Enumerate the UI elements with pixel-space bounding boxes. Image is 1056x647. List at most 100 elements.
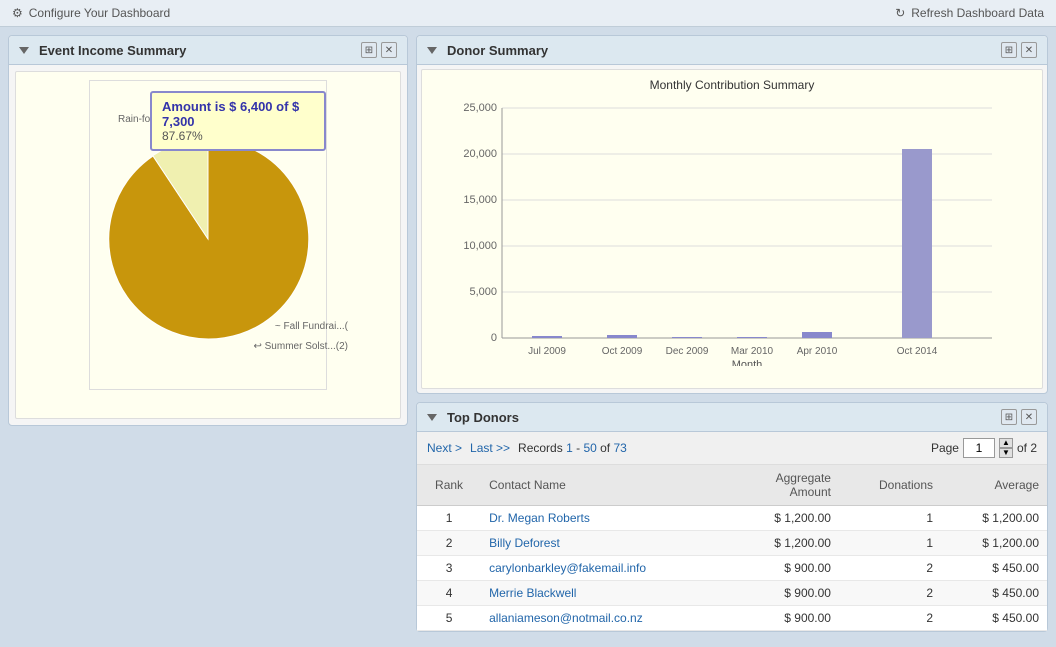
contact-cell: Merrie Blackwell [481, 581, 733, 606]
aggregate-cell: $ 1,200.00 [733, 506, 839, 531]
svg-text:Mar 2010: Mar 2010 [731, 346, 774, 357]
donations-cell: 2 [839, 556, 941, 581]
expand-button[interactable]: ⊞ [361, 42, 377, 58]
donations-cell: 1 [839, 506, 941, 531]
gear-icon [12, 6, 23, 20]
table-row: 5 allaniameson@notmail.co.nz $ 900.00 2 … [417, 606, 1047, 631]
aggregate-cell: $ 900.00 [733, 606, 839, 631]
widget-controls: ⊞ ✕ [1001, 42, 1037, 58]
rank-cell: 3 [417, 556, 481, 581]
svg-text:Oct 2009: Oct 2009 [602, 346, 643, 357]
pie-chart-area: Amount is $ 6,400 of $ 7,300 87.67% [89, 80, 327, 390]
records-total: 73 [613, 441, 626, 455]
contact-cell: allaniameson@notmail.co.nz [481, 606, 733, 631]
table-row: 3 carylonbarkley@fakemail.info $ 900.00 … [417, 556, 1047, 581]
donor-summary-header: Donor Summary ⊞ ✕ [417, 36, 1047, 65]
event-income-widget: Event Income Summary ⊞ ✕ Amount is $ 6,4… [8, 35, 408, 426]
top-donors-header: Top Donors ⊞ ✕ [417, 403, 1047, 432]
top-donors-title: Top Donors [427, 410, 519, 425]
svg-text:Dec 2009: Dec 2009 [666, 346, 709, 357]
next-link[interactable]: Next > [427, 441, 462, 455]
pie-tooltip: Amount is $ 6,400 of $ 7,300 87.67% [150, 91, 326, 151]
rank-header: Rank [417, 465, 481, 506]
records-from: 1 [566, 441, 573, 455]
donors-table-body: 1 Dr. Megan Roberts $ 1,200.00 1 $ 1,200… [417, 506, 1047, 631]
bar-chart-svg: 25,000 20,000 15,000 10,000 5,000 0 [430, 96, 1034, 366]
contact-cell: Billy Deforest [481, 531, 733, 556]
slice-label-summer: ↩ Summer Solst...(2) [253, 341, 348, 352]
pie-chart-container: Rain-forest ...(3) ~ Fall Fundrai...( ↩ … [98, 129, 318, 352]
pie-svg-wrapper: Rain-forest ...(3) ~ Fall Fundrai...( ↩ … [98, 129, 318, 352]
configure-dashboard-link[interactable]: Configure Your Dashboard [12, 6, 170, 20]
average-cell: $ 450.00 [941, 556, 1047, 581]
rank-cell: 5 [417, 606, 481, 631]
contact-cell: carylonbarkley@fakemail.info [481, 556, 733, 581]
donor-link[interactable]: Billy Deforest [489, 536, 560, 550]
donor-summary-body: Monthly Contribution Summary 25,000 20,0… [417, 65, 1047, 393]
page-spinner: ▲ ▼ [999, 438, 1013, 458]
chart-area: Monthly Contribution Summary 25,000 20,0… [421, 69, 1043, 389]
average-header: Average [941, 465, 1047, 506]
average-cell: $ 450.00 [941, 581, 1047, 606]
event-income-body: Amount is $ 6,400 of $ 7,300 87.67% [15, 71, 401, 419]
top-donors-widget: Top Donors ⊞ ✕ Next > Last >> Records 1 … [416, 402, 1048, 632]
event-income-header: Event Income Summary ⊞ ✕ [9, 36, 407, 65]
expand-button[interactable]: ⊞ [1001, 409, 1017, 425]
refresh-icon [895, 6, 905, 20]
top-donors-body: Next > Last >> Records 1 - 50 of 73 Page… [417, 432, 1047, 631]
aggregate-cell: $ 900.00 [733, 556, 839, 581]
aggregate-cell: $ 1,200.00 [733, 531, 839, 556]
event-income-title: Event Income Summary [19, 43, 186, 58]
chart-title: Monthly Contribution Summary [430, 78, 1034, 92]
top-bar: Configure Your Dashboard Refresh Dashboa… [0, 0, 1056, 27]
donations-cell: 1 [839, 531, 941, 556]
pagination-bar: Next > Last >> Records 1 - 50 of 73 Page… [417, 432, 1047, 465]
table-row: 2 Billy Deforest $ 1,200.00 1 $ 1,200.00 [417, 531, 1047, 556]
donations-cell: 2 [839, 581, 941, 606]
svg-text:20,000: 20,000 [463, 148, 497, 160]
page-input[interactable] [963, 438, 995, 458]
collapse-icon [427, 414, 437, 421]
contact-header: Contact Name [481, 465, 733, 506]
collapse-icon [19, 47, 29, 54]
average-cell: $ 450.00 [941, 606, 1047, 631]
expand-button[interactable]: ⊞ [1001, 42, 1017, 58]
donor-link[interactable]: carylonbarkley@fakemail.info [489, 561, 646, 575]
svg-text:0: 0 [491, 332, 497, 344]
collapse-icon [427, 47, 437, 54]
svg-text:Jul 2009: Jul 2009 [528, 346, 566, 357]
left-panel: Event Income Summary ⊞ ✕ Amount is $ 6,4… [8, 35, 408, 632]
donations-header: Donations [839, 465, 941, 506]
close-button[interactable]: ✕ [1021, 42, 1037, 58]
close-button[interactable]: ✕ [1021, 409, 1037, 425]
donor-link[interactable]: allaniameson@notmail.co.nz [489, 611, 643, 625]
donor-link[interactable]: Dr. Megan Roberts [489, 511, 590, 525]
rank-cell: 2 [417, 531, 481, 556]
donor-summary-title: Donor Summary [427, 43, 548, 58]
svg-text:Apr 2010: Apr 2010 [797, 346, 838, 357]
table-row: 4 Merrie Blackwell $ 900.00 2 $ 450.00 [417, 581, 1047, 606]
contact-cell: Dr. Megan Roberts [481, 506, 733, 531]
svg-text:10,000: 10,000 [463, 240, 497, 252]
svg-text:15,000: 15,000 [463, 194, 497, 206]
last-link[interactable]: Last >> [470, 441, 510, 455]
page-down-button[interactable]: ▼ [999, 448, 1013, 458]
svg-text:Oct 2014: Oct 2014 [897, 346, 938, 357]
donor-link[interactable]: Merrie Blackwell [489, 586, 576, 600]
donor-summary-widget: Donor Summary ⊞ ✕ Monthly Contribution S… [416, 35, 1048, 394]
close-button[interactable]: ✕ [381, 42, 397, 58]
main-content: Event Income Summary ⊞ ✕ Amount is $ 6,4… [0, 27, 1056, 640]
svg-text:5,000: 5,000 [469, 286, 497, 298]
slice-label-fall: ~ Fall Fundrai...( [275, 321, 348, 332]
page-up-button[interactable]: ▲ [999, 438, 1013, 448]
rank-cell: 1 [417, 506, 481, 531]
page-label: Page [931, 441, 959, 455]
of-pages: of 2 [1017, 441, 1037, 455]
refresh-label: Refresh Dashboard Data [911, 6, 1044, 20]
refresh-dashboard-link[interactable]: Refresh Dashboard Data [895, 6, 1044, 20]
table-row: 1 Dr. Megan Roberts $ 1,200.00 1 $ 1,200… [417, 506, 1047, 531]
records-info: Records 1 - 50 of 73 [518, 441, 627, 455]
right-panel: Donor Summary ⊞ ✕ Monthly Contribution S… [416, 35, 1048, 632]
page-control: Page ▲ ▼ of 2 [931, 438, 1037, 458]
rank-cell: 4 [417, 581, 481, 606]
